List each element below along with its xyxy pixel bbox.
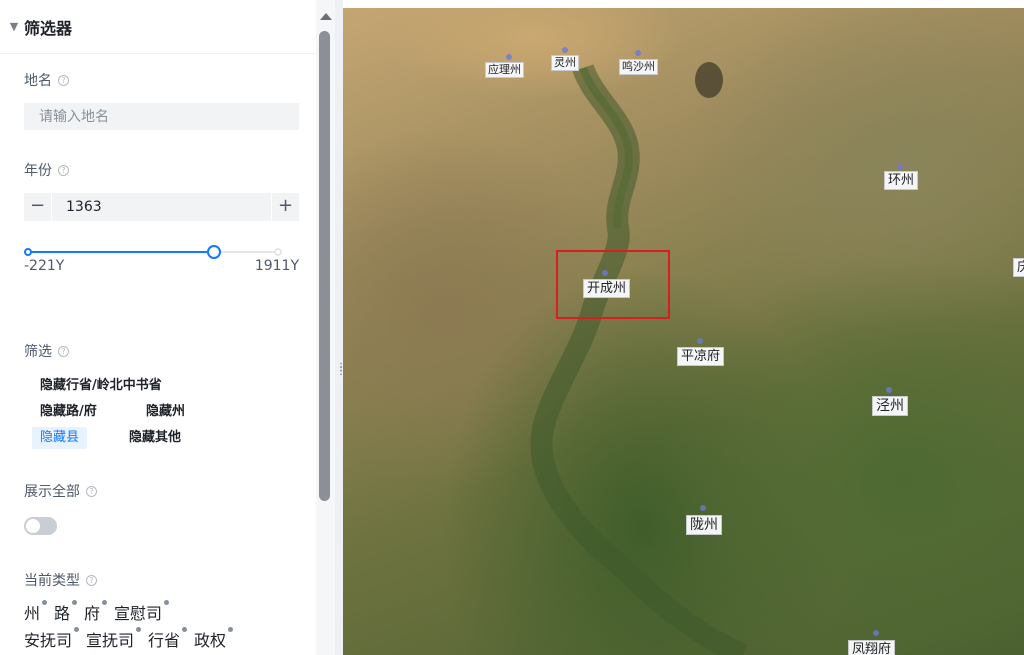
place-pin-icon [635, 50, 641, 56]
filter-hide-lu-fu[interactable]: 隐藏路/府 [32, 401, 105, 423]
show-all-label-text: 展示全部 [24, 484, 80, 500]
filter-label-text: 筛选 [24, 344, 52, 360]
type-dot-icon [72, 600, 78, 605]
help-icon[interactable]: ? [86, 574, 97, 586]
current-types-label: 当前类型 ? [24, 570, 97, 590]
place-pin-icon [562, 47, 568, 53]
type-label: 州 [24, 604, 41, 623]
type-dot-icon [42, 600, 48, 605]
year-value[interactable]: 1363 [52, 199, 102, 215]
type-item[interactable]: 政权 [194, 627, 234, 651]
panel-title: 筛选器 [24, 18, 73, 38]
type-item[interactable]: 宣慰司 [114, 600, 170, 624]
type-label: 政权 [194, 631, 227, 650]
place-label[interactable]: 鸣沙州 [619, 59, 658, 75]
place-pin-icon [700, 505, 706, 511]
slider-min-label: -221Y [24, 258, 65, 274]
collapse-caret-icon[interactable]: ▼ [4, 20, 24, 33]
type-label: 宣抚司 [86, 631, 135, 650]
place-label[interactable]: 庆 [1013, 258, 1024, 277]
year-stepper: − 1363 + [24, 193, 299, 221]
place-pin-icon [886, 387, 892, 393]
filter-hide-province[interactable]: 隐藏行省/岭北中书省 [32, 375, 170, 397]
panel-scrollbar[interactable] [316, 0, 335, 655]
current-types-label-text: 当前类型 [24, 573, 80, 589]
toggle-knob [26, 519, 40, 533]
filter-hide-county[interactable]: 隐藏县 [32, 427, 88, 449]
type-row-1: 州 路 府 宣慰司 [24, 600, 176, 624]
help-icon[interactable]: ? [58, 164, 69, 176]
place-name-input[interactable] [24, 103, 299, 130]
type-item[interactable]: 路 [54, 600, 78, 624]
type-item[interactable]: 安抚司 [24, 627, 80, 651]
filter-hide-other[interactable]: 隐藏其他 [121, 427, 189, 449]
type-label: 安抚司 [24, 631, 73, 650]
place-name-label: 地名 ? [24, 70, 69, 90]
help-icon[interactable]: ? [58, 74, 69, 86]
place-label[interactable]: 应理州 [485, 62, 524, 78]
filter-label: 筛选 ? [24, 341, 69, 361]
year-decrement-button[interactable]: − [24, 193, 52, 221]
type-item[interactable]: 宣抚司 [86, 627, 142, 651]
show-all-toggle[interactable] [24, 517, 57, 535]
type-label: 路 [54, 604, 71, 623]
type-label: 宣慰司 [114, 604, 163, 623]
place-pin-icon [897, 164, 903, 170]
help-icon[interactable]: ? [58, 345, 69, 357]
place-pin-icon [697, 338, 703, 344]
slider-end-dot[interactable] [274, 248, 282, 256]
scroll-thumb[interactable] [319, 31, 330, 501]
highlight-box [556, 250, 670, 319]
type-label: 府 [84, 604, 101, 623]
panel-splitter[interactable]: ⋮ ⋮ [335, 0, 346, 655]
type-row-2: 安抚司 宣抚司 行省 政权 [24, 627, 240, 651]
type-item[interactable]: 行省 [148, 627, 188, 651]
show-all-label: 展示全部 ? [24, 481, 97, 501]
type-dot-icon [182, 627, 188, 632]
place-pin-icon [873, 630, 879, 636]
place-name-label-text: 地名 [24, 73, 52, 89]
place-label[interactable]: 灵州 [551, 55, 579, 71]
place-label[interactable]: 陇州 [686, 515, 722, 535]
type-dot-icon [228, 627, 234, 632]
slider-fill [28, 251, 214, 253]
satellite-map[interactable]: 应理州 灵州 鸣沙州 环州 开成州 平凉府 泾州 陇州 凤翔府 庆 [343, 8, 1024, 655]
slider-handle[interactable] [206, 245, 221, 259]
place-label[interactable]: 凤翔府 [848, 640, 896, 655]
type-item[interactable]: 州 [24, 600, 48, 624]
type-dot-icon [136, 627, 142, 632]
slider-max-label: 1911Y [254, 258, 299, 274]
filter-hide-zhou[interactable]: 隐藏州 [138, 401, 193, 423]
river-valley [530, 62, 748, 655]
type-dot-icon [74, 627, 80, 632]
filter-panel: ▼ 筛选器 地名 ? 年份 ? − 1363 + -221Y 1911Y 筛选 … [0, 0, 316, 655]
year-label: 年份 ? [24, 160, 69, 180]
year-label-text: 年份 [24, 163, 52, 179]
year-increment-button[interactable]: + [271, 193, 299, 221]
panel-header[interactable]: ▼ 筛选器 [0, 0, 316, 54]
place-label[interactable]: 平凉府 [677, 347, 725, 366]
place-label[interactable]: 环州 [884, 171, 919, 190]
type-dot-icon [102, 600, 108, 605]
type-item[interactable]: 府 [84, 600, 108, 624]
help-icon[interactable]: ? [86, 485, 97, 497]
place-label[interactable]: 泾州 [872, 396, 908, 416]
type-label: 行省 [148, 631, 181, 650]
place-pin-icon [506, 54, 512, 60]
scroll-up-arrow-icon[interactable] [320, 13, 332, 20]
year-slider[interactable] [24, 243, 282, 261]
type-dot-icon [164, 600, 170, 605]
slider-start-dot[interactable] [24, 248, 32, 256]
